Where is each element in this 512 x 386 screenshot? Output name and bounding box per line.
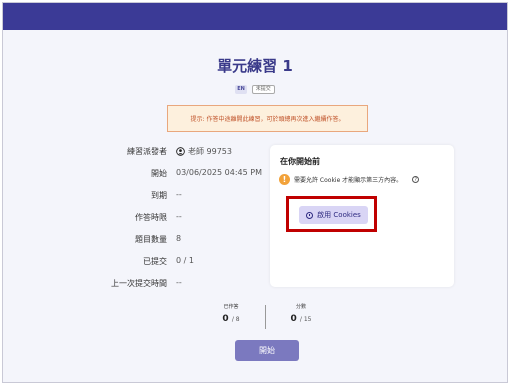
warning-icon: ! [279,174,290,185]
page-frame: 單元練習 1 EN 未提交 提示: 作答中途離開此練習，可於頭總再次進入繼續作答… [2,2,508,383]
info-row-last-submit: 上一次提交時間 -- [63,278,273,290]
answered-stat: 已作答 0 / 8 [201,303,261,324]
stats-divider [265,305,266,329]
score-stat: 分數 0 / 15 [271,303,331,324]
info-value: 03/06/2025 04:45 PM [176,168,262,177]
language-badge: EN [235,85,247,94]
badge-row: EN 未提交 [3,85,507,94]
info-label: 題目數量 [135,235,167,244]
help-icon[interactable]: ? [412,176,420,183]
info-label: 上一次提交時間 [111,279,167,288]
status-badge: 未提交 [251,85,275,94]
info-value: -- [176,190,182,199]
info-label: 已提交 [143,257,167,266]
answered-total: / 8 [231,316,240,323]
answered-count: 0 [222,314,229,324]
info-value: 老師 99753 [176,146,232,157]
page-title: 單元練習 1 [217,57,293,75]
user-icon [176,147,185,156]
info-label: 到期 [151,191,167,200]
score-count: 0 [290,314,297,324]
info-row-due: 到期 -- [63,190,273,202]
highlight-box [286,196,377,232]
info-value: -- [176,278,182,287]
cookie-warning-text: 需要允許 Cookie 才能顯示第三方內容。 [294,177,403,184]
start-button[interactable]: 開始 [235,340,299,361]
info-label: 練習派發者 [127,147,167,156]
info-row-question-count: 題目數量 8 [63,234,273,246]
score-value: 0 / 15 [271,314,331,324]
notice-banner: 提示: 作答中途離開此練習，可於頭總再次進入繼續作答。 [167,105,368,132]
info-row-start: 開始 03/06/2025 04:45 PM [63,168,273,180]
score-total: / 15 [299,316,312,323]
info-value: 8 [176,234,182,243]
answered-label: 已作答 [223,304,239,310]
cookie-warning: ! 需要允許 Cookie 才能顯示第三方內容。 ? [279,174,449,185]
info-label: 作答時限 [135,213,167,222]
info-row-submitted: 已提交 0 / 1 [63,256,273,268]
info-row-assigner: 練習派發者 老師 99753 [63,146,273,158]
top-bar [3,3,507,30]
stats-panel: 已作答 0 / 8 分數 0 / 15 [201,303,331,329]
info-value: -- [176,212,182,221]
info-value: 0 / 1 [176,256,194,265]
answered-value: 0 / 8 [201,314,261,324]
assigner-name: 老師 99753 [188,147,232,156]
info-row-time-limit: 作答時限 -- [63,212,273,224]
info-label: 開始 [151,169,167,178]
card-title: 在你開始前 [280,157,320,166]
score-label: 分數 [295,304,306,310]
